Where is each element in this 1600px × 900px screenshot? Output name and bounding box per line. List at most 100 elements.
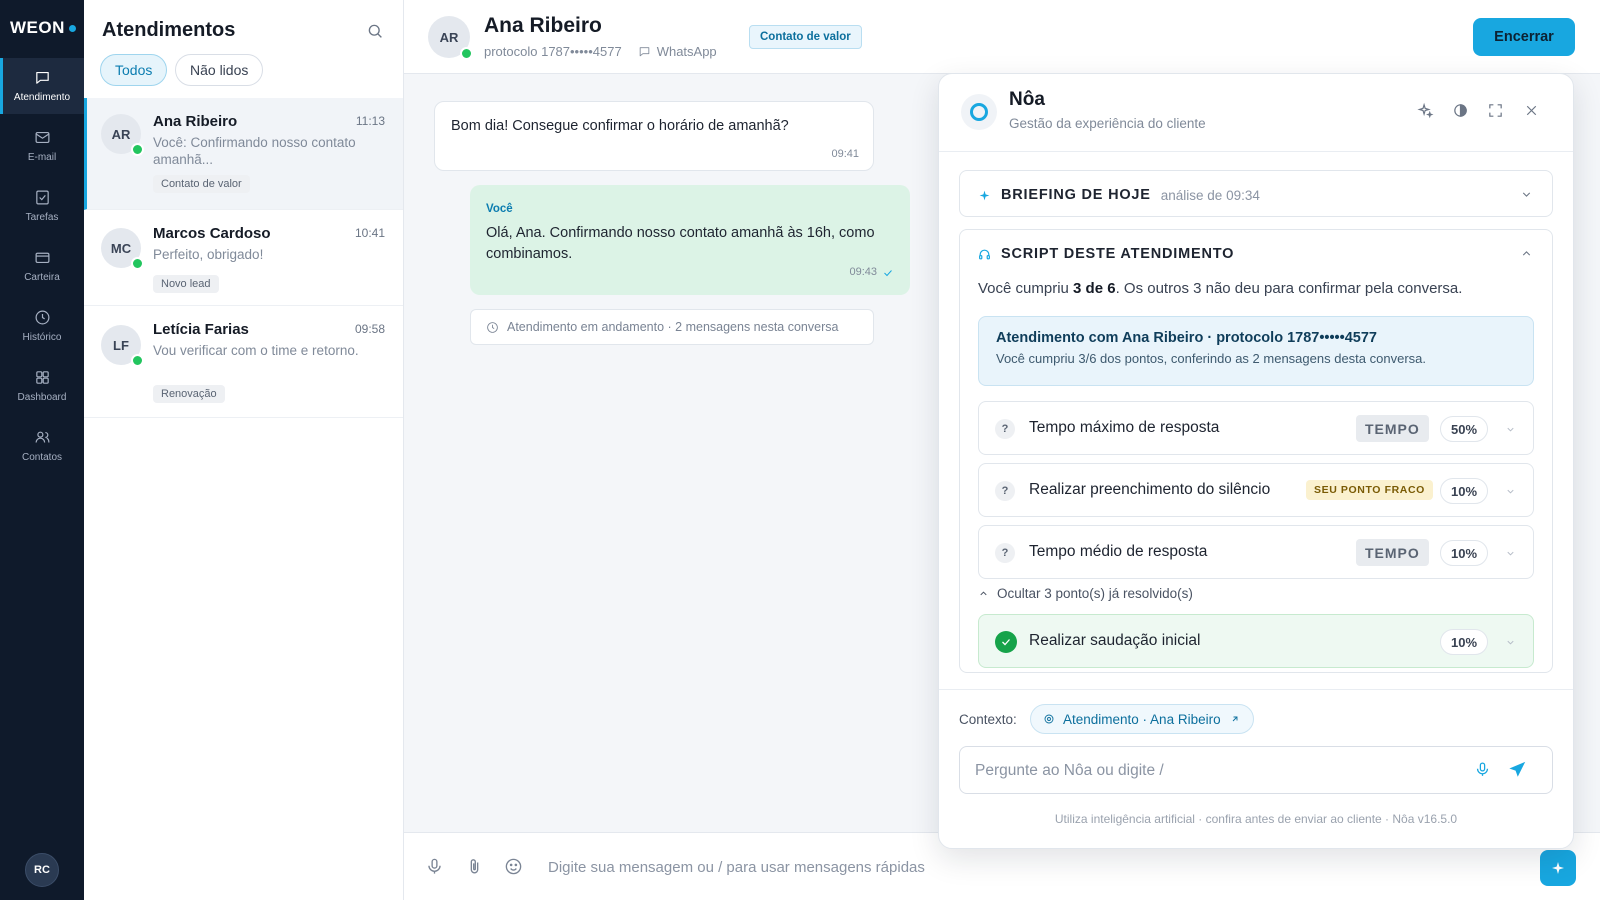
target-icon <box>1044 714 1054 724</box>
check-icon <box>884 269 892 276</box>
hide-resolved-toggle[interactable]: Ocultar 3 ponto(s) já resolvido(s) <box>978 586 1193 601</box>
filter-todos[interactable]: Todos <box>100 54 168 86</box>
divider <box>939 689 1573 690</box>
brand-name: WEON <box>10 18 65 37</box>
nav-item-label: Dashboard <box>17 392 67 403</box>
attach-button[interactable] <box>465 857 485 877</box>
chat-bubble-icon <box>35 71 49 84</box>
nav-item-historico[interactable]: Histórico <box>0 298 84 354</box>
toggle-label: Ocultar 3 ponto(s) já resolvido(s) <box>997 586 1193 601</box>
conversation-tag: Contato de valor <box>153 175 250 193</box>
briefing-time: análise de 09:34 <box>1160 187 1260 203</box>
nav-item-email[interactable]: E-mail <box>0 118 84 174</box>
assistant-voice-button[interactable] <box>1474 761 1494 781</box>
brand-logo[interactable]: WEON <box>10 18 76 38</box>
conversation-preview: Vou verificar com o time e retorno. <box>153 343 359 358</box>
criterion-category-pill: TEMPO <box>1356 539 1429 566</box>
nav-rail: WEON Atendimento E-mail Tarefas Carteira… <box>0 0 84 900</box>
script-header: SCRIPT DESTE ATENDIMENTO <box>978 246 1234 262</box>
conversation-time: 09:58 <box>354 322 385 336</box>
chevron-down-icon <box>1507 640 1514 645</box>
online-indicator <box>460 47 473 60</box>
context-chip[interactable]: Atendimento · Ana Ribeiro <box>1030 704 1254 734</box>
expand-criterion-button[interactable] <box>1505 635 1519 649</box>
microphone-icon <box>428 858 441 874</box>
conversation-item[interactable]: MC Marcos Cardoso 10:41 Perfeito, obriga… <box>84 210 403 306</box>
send-icon <box>1509 761 1526 777</box>
summary-score: 3 de 6 <box>1073 280 1116 297</box>
script-card: SCRIPT DESTE ATENDIMENTO Você cumpriu 3 … <box>959 229 1553 673</box>
voice-button[interactable] <box>425 857 445 877</box>
assistant-send-button[interactable] <box>1509 761 1529 781</box>
avatar-initials: AR <box>439 29 459 45</box>
criterion-row[interactable]: ? Tempo máximo de resposta TEMPO 50% <box>978 401 1534 455</box>
script-info-box: Atendimento com Ana Ribeiro · protocolo … <box>978 316 1534 386</box>
expand-icon <box>1489 104 1502 117</box>
conversation-name: Marcos Cardoso <box>153 225 271 242</box>
expand-criterion-button[interactable] <box>1505 484 1519 498</box>
conversation-preview: Perfeito, obrigado! <box>153 247 264 262</box>
mail-icon <box>35 131 49 144</box>
conversation-item[interactable]: AR Ana Ribeiro 11:13 Você: Confirmando n… <box>84 98 403 210</box>
criterion-row[interactable]: ? Tempo médio de resposta TEMPO 10% <box>978 525 1534 579</box>
theme-toggle-button[interactable] <box>1452 102 1472 122</box>
unknown-status-icon: ? <box>995 419 1015 439</box>
contact-avatar[interactable]: AR <box>428 16 473 60</box>
chevron-down-icon <box>1507 551 1514 556</box>
expand-button[interactable] <box>1487 102 1507 122</box>
assistant-input[interactable] <box>975 759 1445 783</box>
end-conversation-button[interactable]: Encerrar <box>1473 18 1575 56</box>
briefing-header: BRIEFING DE HOJE análise de 09:34 <box>978 187 1260 203</box>
avatar: LF <box>101 325 144 367</box>
sparkle-icon <box>1417 102 1434 119</box>
microphone-icon <box>1476 762 1489 776</box>
assistant-title: Nôa <box>1009 89 1045 110</box>
expand-briefing-button[interactable] <box>1520 188 1534 202</box>
nav-item-atendimento[interactable]: Atendimento <box>0 58 84 114</box>
avatar-initials: MC <box>110 240 132 256</box>
chat-header: AR Ana Ribeiro protocolo 1787•••••4577 W… <box>404 0 1600 74</box>
assistant-fab-button[interactable] <box>1540 850 1576 886</box>
message-input[interactable] <box>548 855 1148 879</box>
nav-item-dashboard[interactable]: Dashboard <box>0 358 84 414</box>
contact-meta: protocolo 1787•••••4577 WhatsApp <box>484 44 717 59</box>
sparkle-icon <box>1552 862 1564 874</box>
nav-item-label: E-mail <box>27 152 57 163</box>
search-button[interactable] <box>366 22 386 42</box>
wallet-icon <box>35 252 49 264</box>
nav-item-contatos[interactable]: Contatos <box>0 418 84 474</box>
emoji-button[interactable] <box>504 857 524 877</box>
expand-criterion-button[interactable] <box>1505 422 1519 436</box>
nav-item-carteira[interactable]: Carteira <box>0 238 84 294</box>
context-label: Contexto: <box>959 712 1017 727</box>
criterion-row[interactable]: ? Realizar preenchimento do silêncio SEU… <box>978 463 1534 517</box>
paperclip-icon <box>470 859 479 874</box>
nav-item-tarefas[interactable]: Tarefas <box>0 178 84 234</box>
users-icon <box>35 431 49 443</box>
assistant-ask-box <box>959 746 1553 794</box>
expand-criterion-button[interactable] <box>1505 546 1519 560</box>
chevron-up-icon <box>980 591 987 596</box>
clock-icon <box>487 321 498 333</box>
chevron-down-icon <box>1507 427 1514 432</box>
external-link-icon <box>1232 716 1238 722</box>
check-icon <box>1002 639 1010 646</box>
close-icon <box>1526 105 1537 116</box>
assistant-ring-icon <box>970 103 988 121</box>
info-title: Atendimento com Ana Ribeiro · protocolo … <box>996 330 1377 346</box>
filter-nao-lidos[interactable]: Não lidos <box>175 54 264 86</box>
criterion-label: Tempo médio de resposta <box>1029 543 1208 560</box>
conversation-item[interactable]: LF Letícia Farias 09:58 Vou verificar co… <box>84 306 403 418</box>
sparkle-button[interactable] <box>1417 102 1437 122</box>
user-avatar[interactable]: RC <box>25 853 59 887</box>
resolved-criterion-row[interactable]: Realizar saudação inicial 10% <box>978 614 1534 668</box>
collapse-script-button[interactable] <box>1520 247 1534 261</box>
check-circle-icon <box>995 631 1017 653</box>
close-panel-button[interactable] <box>1523 102 1543 122</box>
contrast-icon <box>1454 104 1467 117</box>
briefing-card[interactable]: BRIEFING DE HOJE análise de 09:34 <box>959 170 1553 217</box>
brand-dot <box>68 24 76 32</box>
unknown-status-icon: ? <box>995 481 1015 501</box>
weak-point-badge: SEU PONTO FRACO <box>1306 480 1433 500</box>
incoming-message: Bom dia! Consegue confirmar o horário de… <box>434 101 874 171</box>
